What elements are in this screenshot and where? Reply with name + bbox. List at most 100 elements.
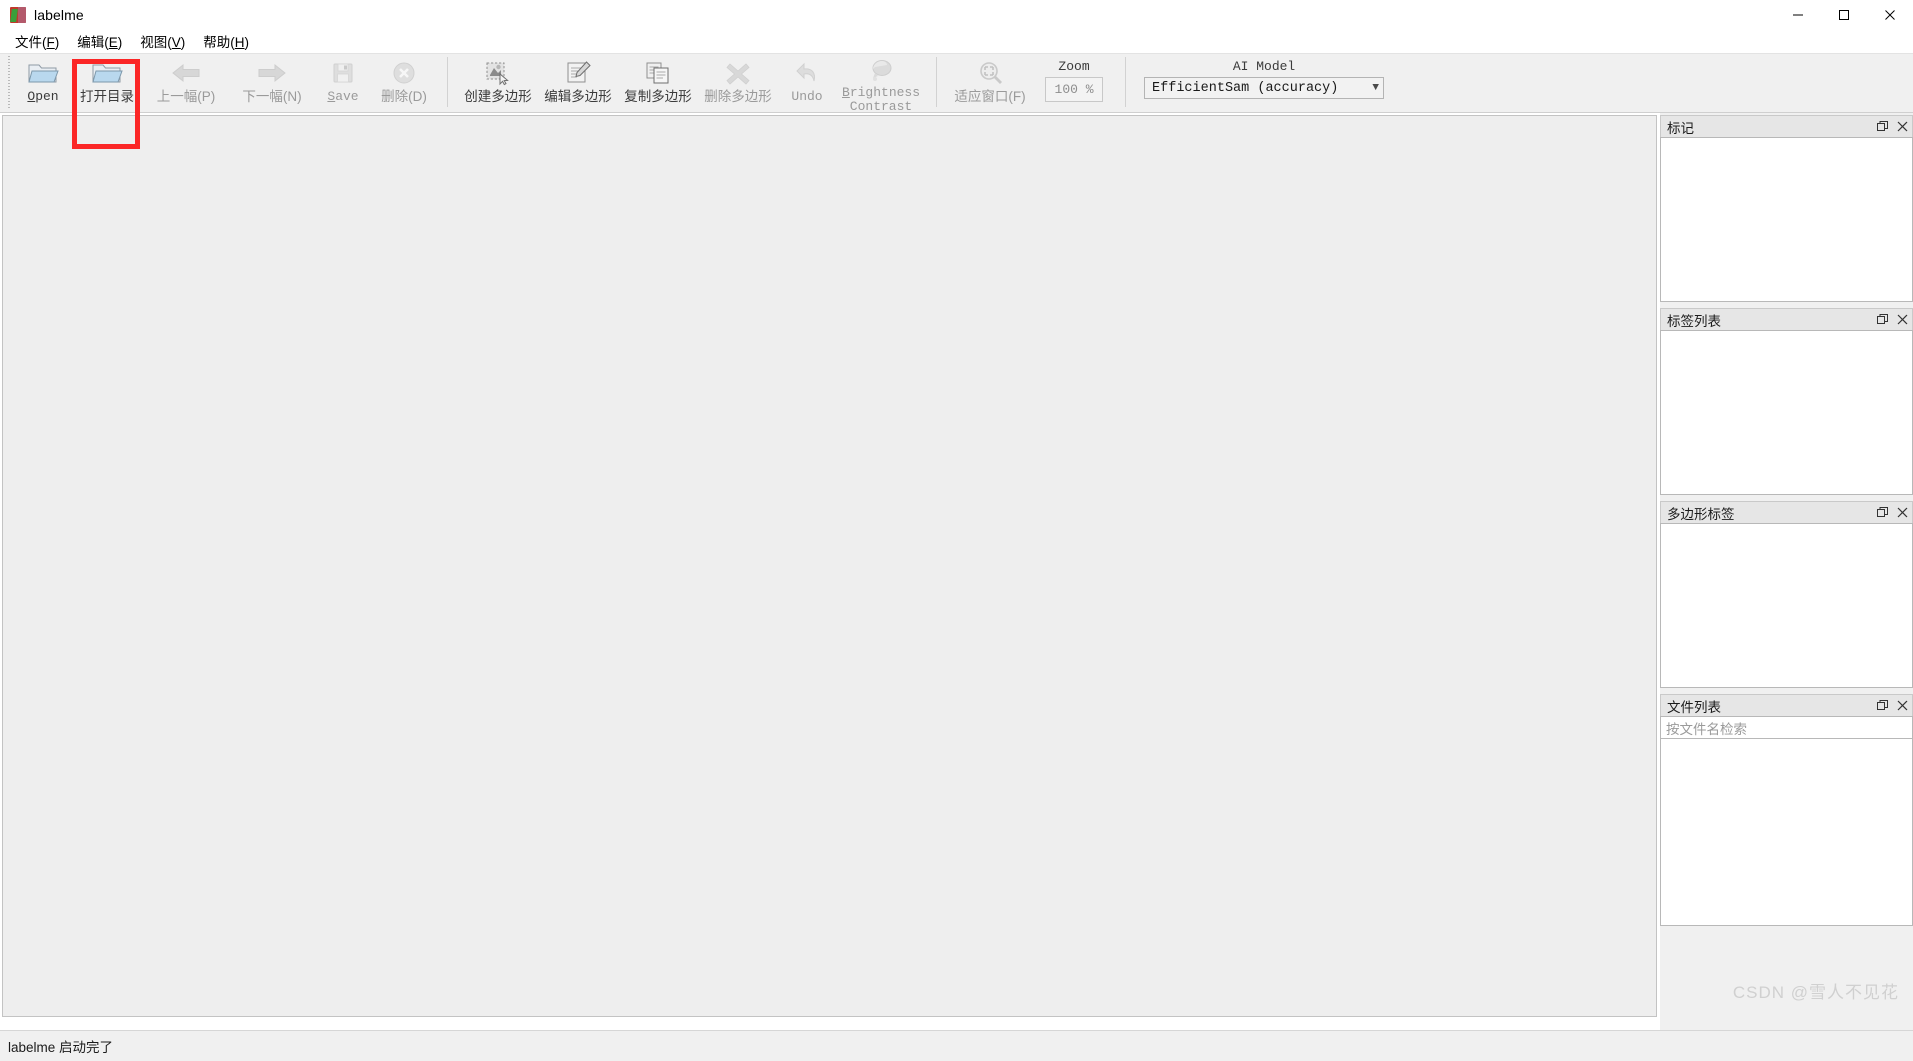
panel-polygon-labels-float-button[interactable]: [1872, 503, 1892, 523]
toolbar-duplicate-polygon-button[interactable]: 复制多边形: [618, 54, 698, 110]
toolbar-separator-1: [447, 57, 448, 107]
panel-label-list-close-button[interactable]: [1892, 310, 1912, 330]
panel-label-list-header: 标签列表: [1660, 308, 1913, 330]
panel-flags-list[interactable]: [1660, 137, 1913, 302]
delete-circle-icon: [391, 58, 417, 88]
toolbar-duplicate-polygon-label: 复制多边形: [624, 89, 692, 104]
right-dock: 标记 标签列表: [1660, 113, 1913, 1030]
zoom-spinbox[interactable]: 100 %: [1045, 77, 1103, 102]
toolbar-fit-window-label: 适应窗口(F): [954, 89, 1025, 104]
toolbar-delete-polygon-button[interactable]: 删除多边形: [698, 54, 778, 110]
panel-flags-float-button[interactable]: [1872, 117, 1892, 137]
toolbar-edit-polygon-button[interactable]: 编辑多边形: [538, 54, 618, 110]
minimize-icon: [1792, 9, 1804, 21]
file-search-input[interactable]: 按文件名检索: [1660, 716, 1913, 738]
toolbar-prev-image-button[interactable]: 上一幅(P): [143, 54, 229, 110]
close-icon: [1884, 9, 1896, 21]
status-bar: labelme 启动完了: [0, 1030, 1913, 1061]
duplicate-polygon-icon: [644, 58, 672, 88]
menu-file[interactable]: 文件(F): [6, 29, 68, 53]
minimize-button[interactable]: [1775, 0, 1821, 30]
panel-flags: 标记: [1660, 115, 1913, 302]
panel-flags-title: 标记: [1667, 117, 1872, 137]
toolbar-next-image-button[interactable]: 下一幅(N): [229, 54, 315, 110]
panel-label-list-float-button[interactable]: [1872, 310, 1892, 330]
toolbar-next-image-label: 下一幅(N): [242, 89, 301, 104]
toolbar-delete-polygon-label: 删除多边形: [704, 89, 772, 104]
zoom-widget: Zoom 100 %: [1033, 54, 1115, 102]
fit-window-magnifier-icon: [976, 58, 1004, 88]
close-icon: [1897, 507, 1908, 518]
toolbar-undo-button[interactable]: Undo: [778, 54, 836, 110]
restore-icon: [1877, 507, 1888, 518]
panel-flags-header: 标记: [1660, 115, 1913, 137]
main-toolbar: OOpenpen 打开目录 上一幅(P) 下一幅(N): [0, 53, 1913, 113]
close-icon: [1897, 314, 1908, 325]
panel-label-list: 标签列表: [1660, 308, 1913, 495]
panel-label-list-items[interactable]: [1660, 330, 1913, 495]
zoom-caption: Zoom: [1058, 59, 1089, 74]
main-area: 标记 标签列表: [0, 113, 1913, 1030]
panel-file-list-float-button[interactable]: [1872, 696, 1892, 716]
ai-model-caption: AI Model: [1233, 59, 1295, 74]
toolbar-prev-image-label: 上一幅(P): [157, 89, 216, 104]
ai-model-widget: AI Model EfficientSam (accuracy) ▼: [1136, 54, 1392, 99]
save-disk-icon: [330, 58, 356, 88]
panel-file-list-items[interactable]: [1660, 738, 1913, 926]
arrow-right-icon: [256, 58, 288, 88]
toolbar-fit-window-button[interactable]: 适应窗口(F): [947, 54, 1033, 110]
toolbar-contrast-label: Contrast: [850, 99, 912, 114]
toolbar-delete-button[interactable]: 删除(D): [371, 54, 437, 110]
ai-model-select[interactable]: EfficientSam (accuracy) ▼: [1144, 77, 1384, 99]
create-polygon-icon: [484, 58, 512, 88]
panel-file-list-close-button[interactable]: [1892, 696, 1912, 716]
image-canvas[interactable]: [2, 115, 1657, 1017]
arrow-left-icon: [170, 58, 202, 88]
panel-flags-close-button[interactable]: [1892, 117, 1912, 137]
status-message: labelme 启动完了: [8, 1036, 113, 1056]
menu-edit[interactable]: 编辑(E): [68, 29, 131, 53]
ai-model-selected-value: EfficientSam (accuracy): [1152, 81, 1338, 96]
edit-polygon-icon: [564, 58, 592, 88]
window-title: labelme: [34, 7, 84, 23]
toolbar-open-dir-label: 打开目录: [80, 89, 134, 104]
canvas-container: [0, 113, 1660, 1030]
delete-polygon-x-icon: [724, 58, 752, 88]
maximize-button[interactable]: [1821, 0, 1867, 30]
menu-help[interactable]: 帮助(H): [194, 29, 258, 53]
close-icon: [1897, 121, 1908, 132]
toolbar-open-dir-button[interactable]: 打开目录: [71, 54, 143, 110]
toolbar-save-label: Save: [327, 89, 358, 104]
toolbar-delete-label: 删除(D): [381, 89, 427, 104]
chevron-down-icon: ▼: [1372, 83, 1379, 94]
toolbar-create-polygon-label: 创建多边形: [464, 89, 532, 104]
panel-polygon-labels-close-button[interactable]: [1892, 503, 1912, 523]
toolbar-brightness-contrast-button[interactable]: Brightness Contrast: [836, 54, 926, 110]
menu-view[interactable]: 视图(V): [131, 29, 194, 53]
window-controls: [1775, 0, 1913, 30]
panel-file-list: 文件列表 按文件名检索: [1660, 694, 1913, 926]
panel-polygon-labels-title: 多边形标签: [1667, 503, 1872, 523]
labelme-app-icon: [10, 7, 26, 23]
toolbar-open-button[interactable]: OOpenpen: [15, 54, 71, 110]
toolbar-undo-label: Undo: [791, 89, 822, 104]
toolbar-drag-handle[interactable]: [6, 56, 13, 108]
toolbar-edit-polygon-label: 编辑多边形: [544, 89, 612, 104]
restore-icon: [1877, 700, 1888, 711]
panel-label-list-title: 标签列表: [1667, 310, 1872, 330]
panel-polygon-labels-header: 多边形标签: [1660, 501, 1913, 523]
title-bar: labelme: [0, 0, 1913, 30]
toolbar-open-label: OOpenpen: [27, 89, 58, 104]
panel-file-list-header: 文件列表: [1660, 694, 1913, 716]
toolbar-separator-3: [1125, 57, 1126, 107]
toolbar-save-button[interactable]: Save: [315, 54, 371, 110]
panel-polygon-labels-items[interactable]: [1660, 523, 1913, 688]
panel-file-list-title: 文件列表: [1667, 696, 1872, 716]
toolbar-brightness-label: Brightness: [842, 85, 920, 100]
open-directory-icon: [91, 58, 123, 88]
toolbar-separator-2: [936, 57, 937, 107]
brightness-contrast-icon: [867, 58, 895, 84]
close-button[interactable]: [1867, 0, 1913, 30]
toolbar-create-polygon-button[interactable]: 创建多边形: [458, 54, 538, 110]
open-folder-icon: [27, 58, 59, 88]
